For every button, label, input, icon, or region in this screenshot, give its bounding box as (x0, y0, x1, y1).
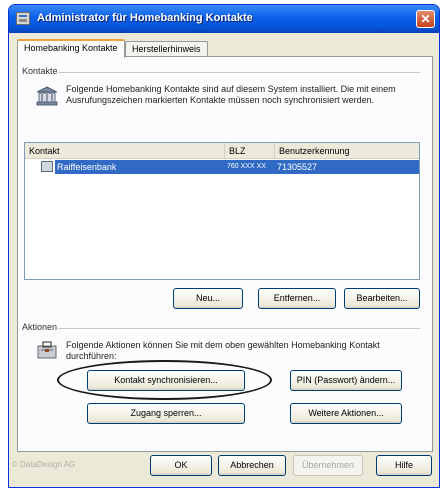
lock-access-button[interactable]: Zugang sperren... (87, 403, 245, 424)
column-header-benutzerkennung[interactable]: Benutzerkennung (275, 143, 421, 159)
new-contact-button[interactable]: Neu... (173, 288, 243, 309)
highlight-ellipse-annotation (57, 360, 272, 400)
actions-group-divider (58, 328, 420, 329)
help-button[interactable]: Hilfe (376, 455, 432, 476)
ok-button[interactable]: OK (150, 455, 212, 476)
cell-kontakt: Raiffeisenbank (57, 162, 117, 172)
app-icon (16, 12, 30, 25)
edit-contact-button[interactable]: Bearbeiten... (344, 288, 420, 309)
change-pin-button[interactable]: PIN (Passwort) ändern... (290, 370, 402, 391)
window-title: Administrator für Homebanking Kontakte (37, 12, 253, 24)
contacts-table[interactable]: Kontakt BLZ Benutzerkennung Raiffeisenba… (24, 142, 420, 280)
remove-contact-button[interactable]: Entfernen... (258, 288, 336, 309)
tools-icon (36, 340, 58, 360)
actions-group-label: Aktionen (22, 322, 58, 332)
brand-label: © DataDesign AG (12, 460, 76, 469)
more-actions-button[interactable]: Weitere Aktionen... (290, 403, 402, 424)
table-header: Kontakt BLZ Benutzerkennung (25, 143, 419, 159)
cancel-button[interactable]: Abbrechen (218, 455, 286, 476)
tab-homebanking-kontakte[interactable]: Homebanking Kontakte (17, 39, 125, 58)
close-button[interactable]: ✕ (416, 10, 435, 28)
cell-blz: 760 XXX XX (227, 163, 266, 170)
contacts-group-label: Kontakte (22, 66, 58, 76)
contacts-group-divider (58, 72, 420, 73)
actions-description: Folgende Aktionen können Sie mit dem obe… (66, 340, 380, 361)
apply-button[interactable]: Übernehmen (293, 455, 363, 476)
title-bar[interactable]: Administrator für Homebanking Kontakte ✕ (9, 5, 439, 33)
column-header-kontakt[interactable]: Kontakt (25, 143, 225, 159)
contact-row-icon (41, 161, 53, 172)
tab-herstellerhinweis[interactable]: Herstellerhinweis (125, 41, 208, 57)
table-row[interactable]: Raiffeisenbank 760 XXX XX 71305527 (41, 160, 419, 174)
contacts-description: Folgende Homebanking Kontakte sind auf d… (66, 84, 396, 105)
cell-benutzerkennung: 71305527 (277, 162, 318, 172)
column-header-blz[interactable]: BLZ (225, 143, 275, 159)
bank-building-icon (36, 86, 58, 106)
